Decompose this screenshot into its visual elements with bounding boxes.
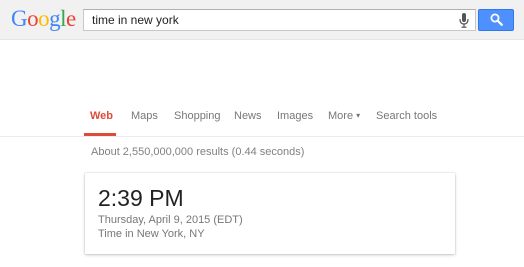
logo-letter: e	[66, 6, 76, 31]
search-box[interactable]	[83, 9, 476, 31]
tabs-divider	[0, 136, 524, 137]
tab-maps[interactable]: Maps	[131, 110, 158, 122]
current-date: Thursday, April 9, 2015 (EDT)	[98, 214, 243, 226]
logo-letter: o	[27, 6, 39, 31]
tab-shopping[interactable]: Shopping	[174, 110, 221, 122]
top-bar: Google	[0, 0, 524, 40]
google-logo[interactable]: Google	[11, 5, 76, 33]
microphone-icon[interactable]	[459, 13, 469, 28]
search-icon	[490, 13, 503, 26]
search-button[interactable]	[478, 9, 514, 31]
logo-letter: G	[11, 6, 28, 31]
logo-letter: g	[49, 6, 61, 31]
search-input[interactable]	[92, 12, 452, 28]
tab-more[interactable]: More ▾	[328, 110, 360, 122]
logo-letter: o	[38, 6, 50, 31]
tab-news[interactable]: News	[234, 110, 262, 122]
tab-web[interactable]: Web	[90, 110, 113, 122]
tab-search-tools[interactable]: Search tools	[376, 110, 437, 122]
dropdown-caret-icon: ▾	[356, 111, 361, 120]
result-stats: About 2,550,000,000 results (0.44 second…	[91, 146, 305, 158]
tab-more-label: More	[328, 110, 354, 122]
time-location: Time in New York, NY	[98, 228, 205, 240]
time-card: 2:39 PM Thursday, April 9, 2015 (EDT) Ti…	[85, 173, 455, 254]
current-time: 2:39 PM	[98, 185, 184, 211]
tab-images[interactable]: Images	[277, 110, 313, 122]
